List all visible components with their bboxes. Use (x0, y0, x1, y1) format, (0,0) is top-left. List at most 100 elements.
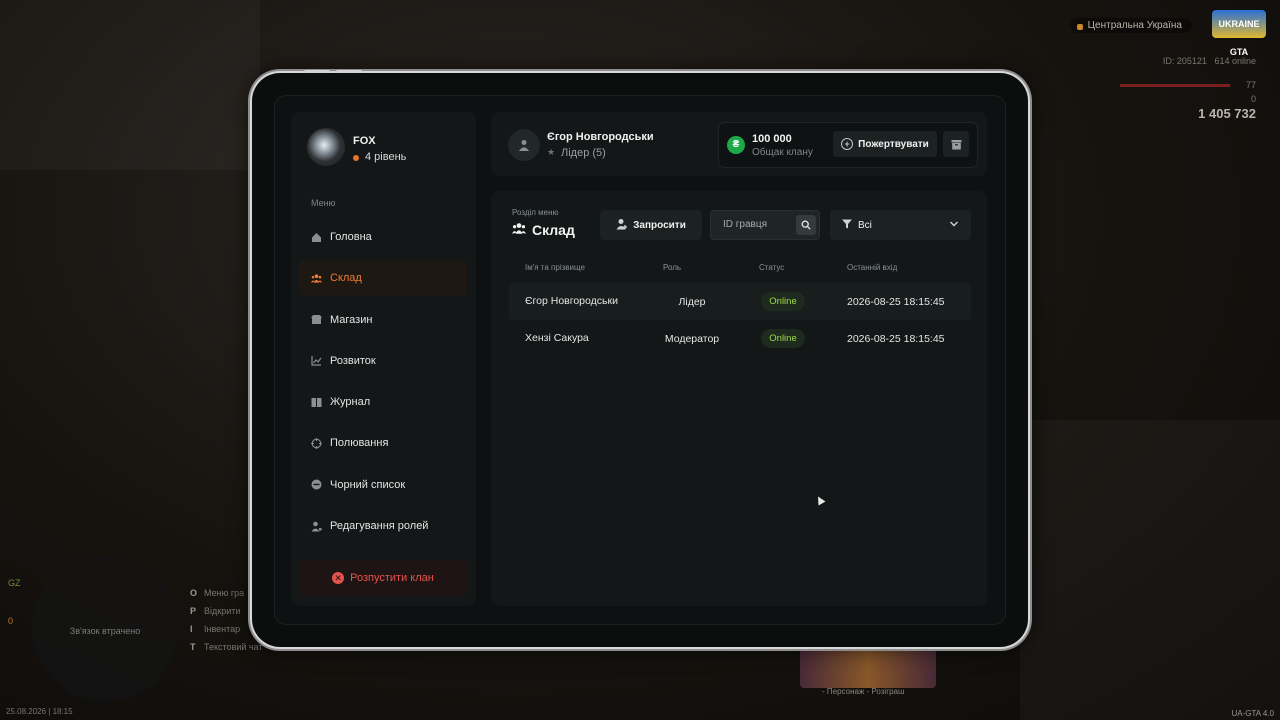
sidebar-item-blacklist[interactable]: Чорний список (299, 467, 467, 503)
sidebar-item-journal[interactable]: Журнал (299, 384, 467, 420)
tablet-screen: FOX 4 рівень Меню Головна Склад Магазин … (274, 95, 1006, 625)
sidebar-item-label: Редагування ролей (330, 520, 429, 533)
sidebar-item-label: Полювання (330, 437, 389, 450)
game-version: UA-GTA 4.0 (1231, 709, 1274, 718)
tablet-device: FOX 4 рівень Меню Головна Склад Магазин … (252, 70, 1028, 647)
filter-value: Всі (858, 219, 872, 231)
section-title: Склад (512, 222, 575, 238)
keybind-item: I Інвентар (190, 624, 241, 634)
member-name: Єгор Новгородськи (525, 295, 618, 307)
home-icon (311, 232, 322, 243)
sidebar-nav: Головна Склад Магазин Розвиток Журнал По… (299, 219, 467, 549)
health-bar (1120, 84, 1230, 87)
search-input[interactable] (721, 218, 795, 231)
member-status-cell: Online (759, 320, 807, 357)
section-caption: Розділ меню (512, 208, 559, 217)
hud-money: 1 405 732 (1198, 106, 1256, 121)
sidebar-item-label: Магазин (330, 313, 373, 326)
treasury-value: 100 000 (752, 133, 792, 145)
player-id-search (710, 210, 820, 240)
player-id-online: ID: 205121 614 online (1163, 56, 1256, 66)
sidebar-item-role-edit[interactable]: Редагування ролей (299, 508, 467, 544)
leader-avatar (508, 129, 540, 161)
column-header-role: Роль (663, 263, 682, 272)
clan-header: Єгор Новгородськи Лідер (5) ₴ 100 000 Об… (491, 112, 987, 176)
status-filter-select[interactable]: Всі (830, 210, 971, 240)
archive-button[interactable] (943, 131, 969, 157)
column-header-name: Ім'я та прізвище (525, 263, 585, 272)
table-row[interactable]: Єгор Новгородськи Лідер Online 2026-08-2… (509, 283, 971, 320)
hryvnia-coin-icon: ₴ (727, 136, 745, 154)
player-id: ID: 205121 (1162, 56, 1207, 66)
leader-name: Єгор Новгородськи (547, 131, 654, 143)
tablet-side-button (336, 70, 362, 73)
donate-button[interactable]: + Пожертвувати (833, 131, 937, 157)
invite-label: Запросити (633, 219, 686, 231)
close-circle-icon: ✕ (332, 572, 345, 584)
sidebar-item-label: Розвиток (330, 354, 376, 367)
role-edit-icon (311, 521, 322, 532)
crosshair-icon (311, 437, 322, 449)
online-count: 614 online (1214, 56, 1256, 66)
clan-treasury: ₴ 100 000 Общак клану + Пожертвувати (718, 122, 978, 168)
clan-level: 4 рівень (353, 151, 406, 163)
member-name: Хензі Сакура (525, 332, 589, 344)
invite-button[interactable]: Запросити (600, 210, 702, 240)
sidebar-item-label: Склад (330, 272, 362, 285)
health-bars (1120, 80, 1260, 91)
game-date: 25.08.2026 | 18:15 (6, 707, 73, 716)
server-logo: UKRAINE GTA (1212, 10, 1266, 57)
gz-label: GZ (8, 578, 21, 588)
status-badge: Online (761, 329, 805, 348)
region-label: Центральна Україна (1069, 18, 1192, 33)
clan-sidebar: FOX 4 рівень Меню Головна Склад Магазин … (291, 112, 476, 606)
user-icon (519, 140, 529, 151)
section-title-label: Склад (532, 222, 575, 238)
search-button[interactable] (796, 215, 816, 235)
clan-avatar (307, 128, 345, 166)
sidebar-item-shop[interactable]: Магазин (299, 302, 467, 338)
member-role: Лідер (678, 295, 706, 308)
member-status-cell: Online (759, 283, 807, 320)
tablet-side-button (304, 70, 330, 73)
archive-icon (951, 139, 961, 149)
journal-icon (311, 397, 322, 408)
sidebar-item-label: Головна (330, 231, 372, 243)
add-user-icon (616, 218, 628, 233)
growth-chart-icon (311, 355, 322, 366)
sidebar-item-growth[interactable]: Розвиток (299, 343, 467, 379)
disband-clan-label: Розпустити клан (350, 572, 434, 584)
members-panel: Розділ меню Склад Запросити ID гравця Вс… (491, 191, 987, 606)
keybind-item: T Текстовий чат (190, 642, 263, 652)
disband-clan-button[interactable]: ✕ Розпустити клан (299, 560, 467, 596)
members-icon (311, 273, 322, 284)
plus-circle-icon: + (841, 138, 854, 150)
minimap: Зв'язок втрачено (32, 556, 178, 702)
shop-icon (311, 314, 322, 325)
armor-value: 0 (1250, 94, 1256, 104)
clan-name: FOX (353, 135, 376, 147)
blacklist-icon (311, 479, 322, 490)
sidebar-item-label: Журнал (330, 396, 371, 409)
sidebar-item-label: Чорний список (330, 478, 406, 491)
sidebar-item-home[interactable]: Головна (299, 219, 467, 255)
promo-banner[interactable] (800, 648, 936, 688)
member-last-login: 2026-08-25 18:15:45 (847, 332, 945, 345)
filter-icon (842, 219, 852, 232)
table-row[interactable]: Хензі Сакура Модератор Online 2026-08-25… (509, 320, 971, 357)
members-table: Єгор Новгородськи Лідер Online 2026-08-2… (509, 283, 971, 357)
status-badge: Online (761, 292, 805, 311)
minimap-status: Зв'язок втрачено (69, 626, 141, 636)
background-wall (0, 0, 260, 170)
menu-caption: Меню (311, 198, 336, 208)
search-icon (801, 220, 811, 230)
sidebar-item-storage[interactable]: Склад (299, 260, 467, 297)
member-last-login: 2026-08-25 18:15:45 (847, 295, 945, 308)
sidebar-item-hunting[interactable]: Полювання (299, 425, 467, 461)
member-role: Модератор (664, 332, 720, 345)
treasury-caption: Общак клану (752, 147, 813, 158)
background-floor (1020, 420, 1280, 720)
promo-banner-text: - Персонаж - Розіграш (822, 687, 905, 696)
gz-count: 0 (8, 616, 14, 626)
column-header-status: Статус (759, 263, 785, 272)
